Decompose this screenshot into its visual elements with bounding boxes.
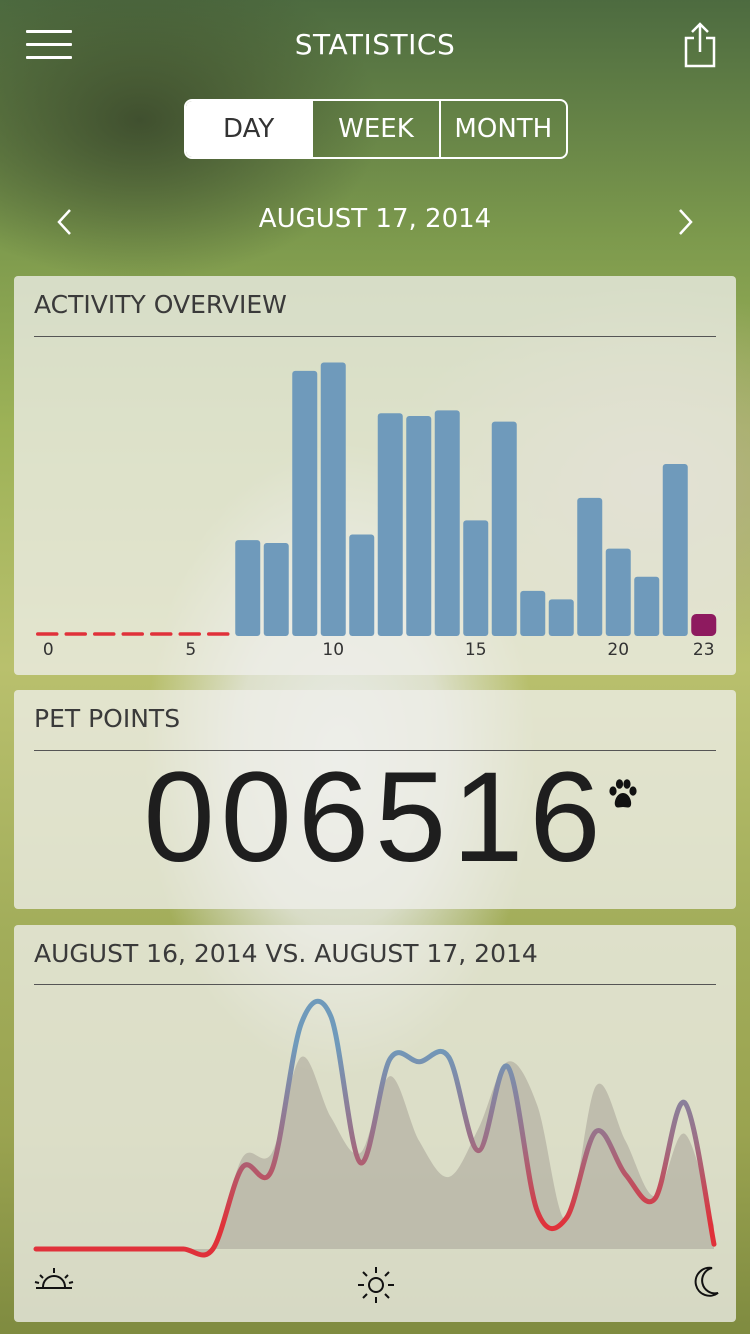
moon-icon (694, 1266, 719, 1297)
activity-bar-current (691, 614, 717, 636)
share-icon[interactable] (682, 22, 718, 68)
activity-bar (349, 534, 375, 636)
activity-bar (463, 520, 489, 636)
x-tick-label: 20 (607, 640, 629, 660)
activity-bar (320, 362, 346, 636)
current-date: AUGUST 17, 2014 (258, 204, 492, 234)
paw-icon (609, 779, 637, 808)
activity-bar (548, 599, 574, 636)
sunrise-icon (34, 1268, 74, 1289)
comparison-line-chart (33, 999, 717, 1258)
activity-bar (577, 497, 603, 636)
x-tick-label: 15 (465, 640, 487, 660)
x-tick-label: 0 (43, 640, 54, 660)
activity-bar (634, 576, 660, 636)
pet-points-value: 006516 (143, 746, 607, 889)
day-comparison-card[interactable]: AUGUST 16, 2014 VS. AUGUST 17, 2014 (14, 925, 736, 1322)
activity-overview-card[interactable]: ACTIVITY OVERVIEW 0 5 10 15 20 23 (14, 276, 736, 675)
activity-bar (520, 590, 546, 636)
previous-day-area (36, 1056, 714, 1256)
activity-bar (377, 413, 403, 636)
tab-week[interactable]: WEEK (311, 101, 438, 157)
pet-points-title: PET POINTS (34, 704, 181, 733)
sun-icon (358, 1267, 394, 1303)
activity-bar (263, 542, 289, 636)
tab-month[interactable]: MONTH (438, 101, 566, 157)
top-bar: STATISTICS (0, 0, 750, 95)
activity-bar (605, 548, 631, 636)
period-segmented-control: DAY WEEK MONTH (184, 99, 568, 159)
chevron-right-icon[interactable] (670, 204, 700, 240)
activity-bar (235, 540, 261, 636)
activity-bar (662, 463, 688, 636)
date-navigator: AUGUST 17, 2014 (0, 196, 750, 248)
x-tick-label: 23 (693, 640, 715, 660)
activity-bar (434, 410, 460, 636)
pet-points-card[interactable]: PET POINTS 006516 (14, 690, 736, 909)
x-tick-label: 5 (185, 640, 196, 660)
page-title: STATISTICS (294, 28, 456, 61)
tab-day[interactable]: DAY (186, 101, 312, 157)
x-tick-label: 10 (322, 640, 344, 660)
activity-bar (491, 421, 517, 636)
activity-bar (292, 370, 318, 636)
activity-bar (406, 416, 432, 636)
activity-bar-chart: 0 5 10 15 20 23 (36, 362, 717, 660)
